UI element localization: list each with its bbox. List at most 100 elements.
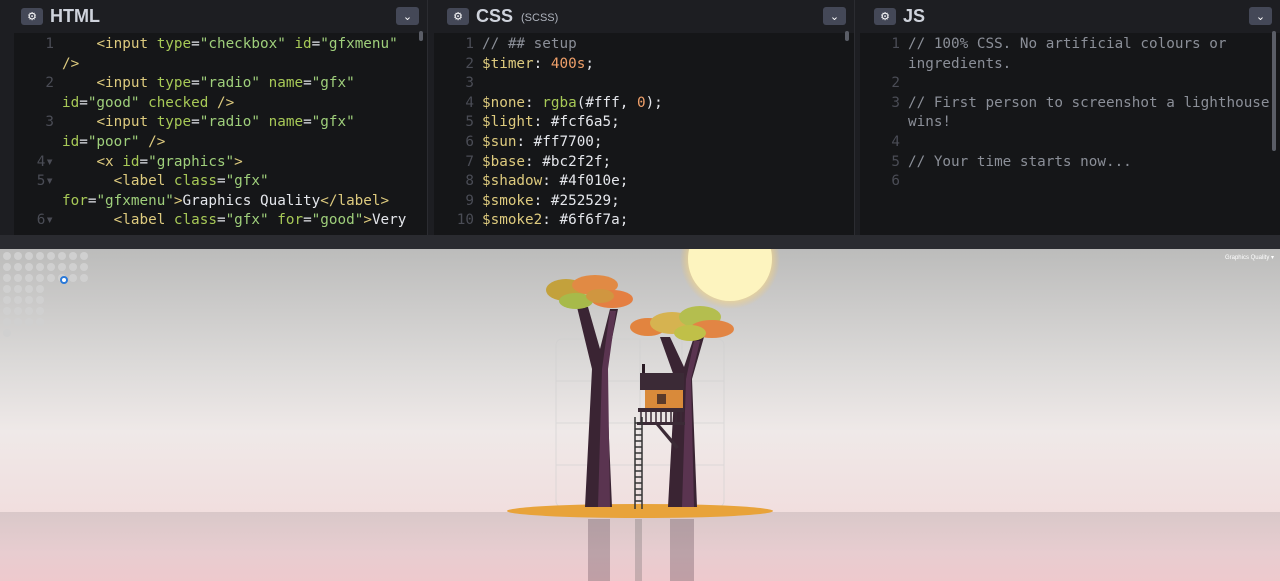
code-text: for="gfxmenu">Graphics Quality</label>: [62, 192, 390, 209]
code-line[interactable]: id="poor" />: [14, 133, 427, 153]
preview-pane: Graphics Quality ▾: [0, 249, 1280, 581]
code-line[interactable]: wins!: [860, 113, 1280, 133]
line-number: 10: [456, 212, 474, 229]
line-number: 2: [45, 75, 54, 92]
code-line[interactable]: 4: [860, 133, 1280, 153]
html-code-area[interactable]: 1 <input type="checkbox" id="gfxmenu"/> 2…: [14, 33, 427, 235]
line-number: 3: [891, 94, 900, 111]
code-text: // First person to screenshot a lighthou…: [908, 94, 1270, 111]
line-number: 6: [465, 133, 474, 150]
css-editor: ⚙ CSS (SCSS) ⌄ 1 // ## setup 2 $timer: 400s…: [428, 0, 855, 235]
code-text: wins!: [908, 114, 952, 131]
css-code-area[interactable]: 1 // ## setup 2 $timer: 400s; 3 4 $none: rgba…: [434, 33, 854, 235]
line-number: [14, 55, 60, 75]
code-text: // Your time starts now...: [908, 153, 1132, 170]
code-line[interactable]: 2 <input type="radio" name="gfx": [14, 74, 427, 94]
code-line[interactable]: 3 // First person to screenshot a lightho…: [860, 94, 1280, 114]
gear-icon[interactable]: ⚙: [447, 7, 469, 25]
code-text: // 100% CSS. No artificial colours or: [908, 36, 1227, 52]
code-line[interactable]: 6 $sun: #ff7700;: [434, 133, 854, 153]
code-line[interactable]: 1 // ## setup: [434, 35, 854, 55]
code-text: $none: rgba(#fff, 0);: [482, 94, 663, 111]
line-number: 2: [465, 55, 474, 72]
code-line[interactable]: 5 $light: #fcf6a5;: [434, 113, 854, 133]
code-text: id="good" checked />: [62, 94, 235, 111]
js-code-area[interactable]: 1 // 100% CSS. No artificial colours or in…: [860, 33, 1280, 235]
code-line[interactable]: ingredients.: [860, 55, 1280, 75]
left-tree-foliage: [546, 275, 633, 309]
line-number: 9: [465, 192, 474, 209]
code-text: <input type="checkbox" id="gfxmenu": [96, 36, 398, 52]
gear-icon[interactable]: ⚙: [874, 7, 896, 25]
code-line[interactable]: 2: [860, 74, 1280, 94]
island: [507, 504, 773, 518]
html-editor: ⚙ HTML ⌄ 1 <input type="checkbox" id="gf…: [0, 0, 428, 235]
code-line[interactable]: 1 // 100% CSS. No artificial colours or: [860, 35, 1280, 55]
line-number: [14, 94, 60, 114]
line-number: 2: [891, 75, 900, 92]
code-line[interactable]: />: [14, 55, 427, 75]
line-number: 4: [465, 94, 474, 111]
code-text: $shadow: #4f010e;: [482, 173, 629, 190]
line-number: 5: [465, 114, 474, 131]
code-line[interactable]: 4 $none: rgba(#fff, 0);: [434, 94, 854, 114]
code-line[interactable]: 6: [860, 172, 1280, 192]
gear-icon[interactable]: ⚙: [21, 7, 43, 25]
line-number: 5▾: [36, 173, 54, 190]
css-editor-header: ⚙ CSS (SCSS) ⌄: [428, 0, 854, 32]
right-tree-foliage: [630, 306, 734, 341]
code-line[interactable]: 2 $timer: 400s;: [434, 55, 854, 75]
css-scrollbar[interactable]: [845, 31, 849, 41]
code-text: $light: #fcf6a5;: [482, 114, 620, 131]
code-text: />: [62, 55, 80, 72]
code-line[interactable]: 10 $smoke2: #6f6f7a;: [434, 211, 854, 231]
code-line[interactable]: 4▾ <x id="graphics">: [14, 153, 427, 173]
line-number: 3: [465, 75, 474, 92]
js-editor: ⚙ JS ⌄ 1 // 100% CSS. No artificial colou…: [855, 0, 1280, 235]
reflection: [588, 519, 694, 581]
code-line[interactable]: 7 $base: #bc2f2f;: [434, 153, 854, 173]
ladder: [634, 417, 643, 509]
code-text: ingredients.: [908, 55, 1012, 72]
editors-row: ⚙ HTML ⌄ 1 <input type="checkbox" id="gf…: [0, 0, 1280, 235]
js-editor-title: JS: [903, 5, 926, 26]
line-number: [860, 113, 906, 133]
code-line[interactable]: 6▾ <label class="gfx" for="good">Very: [14, 211, 427, 231]
line-number: [14, 192, 60, 212]
code-line[interactable]: 3: [434, 74, 854, 94]
code-text: $sun: #ff7700;: [482, 133, 603, 150]
js-scrollbar[interactable]: [1272, 31, 1276, 151]
code-line[interactable]: for="gfxmenu">Graphics Quality</label>: [14, 192, 427, 212]
code-line[interactable]: id="good" checked />: [14, 94, 427, 114]
chevron-down-icon[interactable]: ⌄: [1249, 7, 1272, 25]
code-text: // ## setup: [482, 36, 577, 52]
code-text: $smoke: #252529;: [482, 192, 620, 209]
code-line[interactable]: 9 $smoke: #252529;: [434, 192, 854, 212]
code-text: <label class="gfx" for="good">Very: [113, 212, 407, 229]
code-line[interactable]: 5 // Your time starts now...: [860, 153, 1280, 173]
editor-resize-handle[interactable]: [0, 235, 1280, 249]
code-line[interactable]: 8 $shadow: #4f010e;: [434, 172, 854, 192]
line-number: 1: [891, 36, 900, 52]
js-editor-header: ⚙ JS ⌄: [855, 0, 1280, 32]
line-number: 6: [891, 173, 900, 190]
chevron-down-icon[interactable]: ⌄: [396, 7, 419, 25]
chevron-down-icon[interactable]: ⌄: [823, 7, 846, 25]
css-editor-subtitle: (SCSS): [521, 11, 559, 24]
html-scrollbar[interactable]: [419, 31, 423, 41]
code-line[interactable]: 3 <input type="radio" name="gfx": [14, 113, 427, 133]
code-text: <input type="radio" name="gfx": [96, 75, 355, 92]
code-line[interactable]: 5▾ <label class="gfx": [14, 172, 427, 192]
code-text: $smoke2: #6f6f7a;: [482, 212, 629, 229]
code-text: <label class="gfx": [113, 173, 269, 190]
css-editor-title: CSS: [476, 5, 514, 26]
html-editor-header: ⚙ HTML ⌄: [0, 0, 427, 32]
code-line[interactable]: 1 <input type="checkbox" id="gfxmenu": [14, 35, 427, 55]
line-number: 7: [465, 153, 474, 170]
code-text: $base: #bc2f2f;: [482, 153, 612, 170]
html-editor-title: HTML: [50, 5, 100, 26]
code-text: <input type="radio" name="gfx": [96, 114, 355, 131]
